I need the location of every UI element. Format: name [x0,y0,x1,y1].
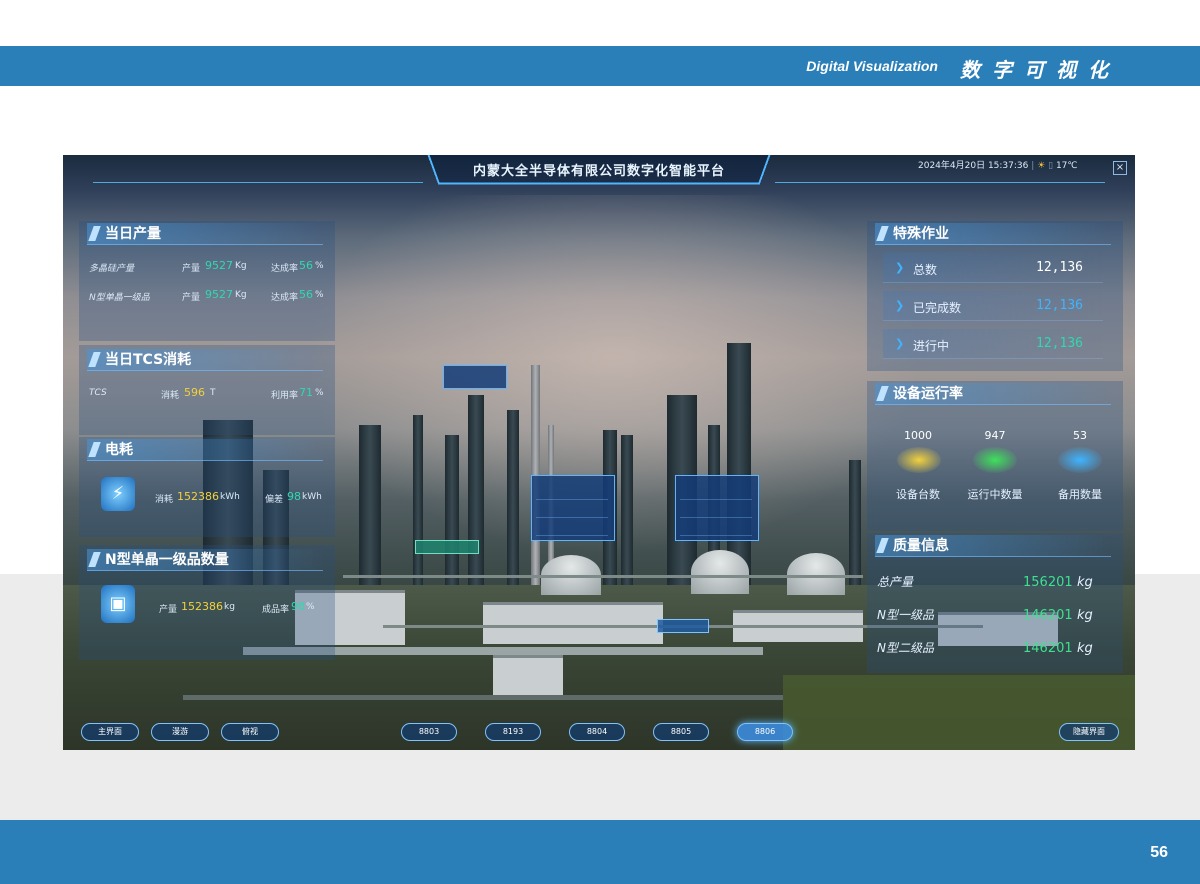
datetime: 2024年4月20日 15:37:36 [918,161,1029,171]
yellow-gauge-icon [897,447,941,473]
tcs-panel: 当日TCS消耗 TCS 消耗 596 T 利用率 71 % [79,345,335,435]
ntype-row: 产量 152386 kg 成品率 98 % [159,600,315,615]
nav-roam-button[interactable]: 漫游 [151,723,209,741]
unit-popup-right[interactable] [675,475,759,541]
panel-title: 质量信息 [875,535,1111,557]
device-count-label: 设备台数 [896,488,940,501]
nav-unit-8806[interactable]: 8806 [737,723,793,741]
quality-row-n2: N型二级品 146201 kg [877,641,1093,656]
quality-row-total: 总产量 156201 kg [877,575,1093,590]
title-line [775,182,1105,183]
special-row-total[interactable]: ❯ 总数 12,136 [883,253,1103,283]
datetime-weather: 2024年4月20日 15:37:36 | ☀ ▯ 17℃ [918,161,1078,171]
quality-row-n1: N型一级品 146201 kg [877,608,1093,623]
scene-tag[interactable] [657,619,709,633]
dashboard-title: 内蒙大全半导体有限公司数字化智能平台 [472,164,725,179]
nav-topview-button[interactable]: 俯视 [221,723,279,741]
nav-unit-8193[interactable]: 8193 [485,723,541,741]
nav-unit-8805[interactable]: 8805 [653,723,709,741]
green-gauge-icon [973,447,1017,473]
chevron-right-icon: ❯ [895,261,905,274]
hide-ui-button[interactable]: 隐藏界面 [1059,723,1119,741]
power-row: 消耗 152386 kWh 偏差 98 kWh [155,490,322,505]
running-count-value: 947 [984,429,1006,442]
banner-title-en: Digital Visualization [806,58,938,74]
unit-popup-left[interactable] [531,475,615,541]
equipment-panel: 设备运行率 1000 设备台数 947 运行中数量 53 备用数量 [867,381,1123,531]
popup-row [536,522,608,536]
storage-tank [691,550,749,594]
sun-icon: ☀ [1037,161,1046,171]
panel-title: 电耗 [87,439,323,461]
nav-main-button[interactable]: 主界面 [81,723,139,741]
title-line [93,182,423,183]
panel-title: 当日TCS消耗 [87,349,323,371]
dashboard-titlebar: 内蒙大全半导体有限公司数字化智能平台 2024年4月20日 15:37:36 |… [63,155,1135,187]
special-row-inprogress[interactable]: ❯ 进行中 12,136 [883,329,1103,359]
popup-row [680,522,752,536]
daily-output-panel: 当日产量 多晶硅产量 产量 9527 Kg 达成率 56 % N型单晶一级品 产… [79,221,335,341]
pipe-rack [343,575,863,578]
quality-panel: 质量信息 总产量 156201 kg N型一级品 146201 kg N型二级品… [867,533,1123,673]
popup-row [680,486,752,500]
output-row-1: 多晶硅产量 产量 9527 Kg 达成率 56 % [89,259,324,274]
factory-building [483,602,663,644]
factory-building [493,655,563,697]
device-count-value: 1000 [904,429,932,442]
blue-gauge-icon [1058,447,1102,473]
panel-title: 特殊作业 [875,223,1111,245]
popup-row [680,504,752,518]
panel-title: N型单晶一级品数量 [87,549,323,571]
ntype-panel: N型单晶一级品数量 ▣ 产量 152386 kg 成品率 98 % [79,545,335,660]
page-number: 56 [1150,844,1168,861]
nav-unit-8804[interactable]: 8804 [569,723,625,741]
chevron-right-icon: ❯ [895,337,905,350]
box-icon: ▣ [101,585,135,623]
top-banner: Digital Visualization 数字可视化 [0,46,1200,86]
panel-title: 设备运行率 [875,383,1111,405]
special-ops-panel: 特殊作业 ❯ 总数 12,136 ❯ 已完成数 12,136 ❯ 进行中 12,… [867,221,1123,371]
popup-row [536,504,608,518]
banner-title-zh: 数字可视化 [960,58,1120,82]
tcs-row: TCS 消耗 596 T 利用率 71 % [89,386,324,401]
popup-row [536,486,608,500]
power-panel: 电耗 ⚡ 消耗 152386 kWh 偏差 98 kWh [79,437,335,537]
bottom-banner: 56 [0,820,1200,884]
pipe-rack [183,695,783,700]
chevron-right-icon: ❯ [895,299,905,312]
standby-count-label: 备用数量 [1058,488,1102,501]
close-button[interactable]: × [1113,161,1127,175]
panel-title: 当日产量 [87,223,323,245]
nav-unit-8803[interactable]: 8803 [401,723,457,741]
special-row-done[interactable]: ❯ 已完成数 12,136 [883,291,1103,321]
temperature: 17℃ [1055,161,1078,171]
lightning-icon: ⚡ [101,477,135,511]
running-count-label: 运行中数量 [967,488,1023,501]
callout-popup[interactable] [443,365,507,389]
output-row-2: N型单晶一级品 产量 9527 Kg 达成率 56 % [89,288,324,303]
standby-count-value: 53 [1073,429,1087,442]
scene-tag[interactable] [415,540,479,554]
dashboard-screenshot: 内蒙大全半导体有限公司数字化智能平台 2024年4月20日 15:37:36 |… [63,155,1135,750]
storage-tank [787,553,845,595]
